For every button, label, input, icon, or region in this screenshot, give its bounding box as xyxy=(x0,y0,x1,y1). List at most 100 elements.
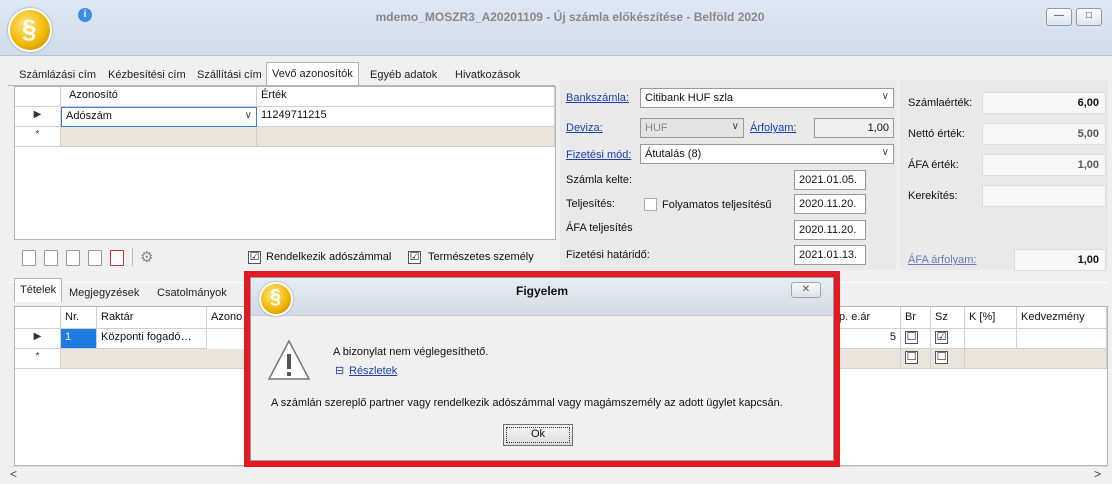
minimize-button[interactable]: — xyxy=(1046,8,1072,26)
item-price-cell[interactable]: 5 xyxy=(835,329,901,349)
invoice-date-field[interactable]: 2021.01.05. xyxy=(794,170,866,190)
tab-delivery-address[interactable]: Kézbesítési cím xyxy=(103,66,191,86)
has-tax-number-checkbox[interactable]: ☑ xyxy=(248,251,261,264)
ok-button[interactable]: Ok xyxy=(503,424,573,446)
item-br-checkbox[interactable]: ☐ xyxy=(905,331,918,344)
copy-row-icon[interactable] xyxy=(66,250,80,266)
item-nr-cell[interactable]: 1 xyxy=(61,329,97,349)
column-header-nr[interactable]: Nr. xyxy=(61,307,97,329)
tab-shipping-address[interactable]: Szállítási cím xyxy=(192,66,267,86)
identifier-type-value: Adószám xyxy=(66,110,112,122)
new-item-br-cell[interactable]: ☐ xyxy=(901,349,931,369)
continuous-performance-checkbox[interactable] xyxy=(644,198,657,211)
vat-value-label: ÁFA érték: xyxy=(908,159,959,171)
chevron-down-icon[interactable]: ∨ xyxy=(882,91,889,102)
payment-method-link[interactable]: Fizetési mód: xyxy=(566,149,631,161)
chevron-down-icon[interactable]: ∨ xyxy=(882,147,889,158)
app-logo-icon[interactable] xyxy=(8,8,52,52)
item-sz-cell[interactable]: ☑ xyxy=(931,329,965,349)
item-sz-checkbox[interactable]: ☑ xyxy=(935,331,948,344)
item-warehouse-cell[interactable]: Központi fogadó… xyxy=(97,329,207,349)
exchange-rate-field: 1,00 xyxy=(814,118,894,138)
delete-row-icon[interactable] xyxy=(44,250,58,266)
item-br-cell[interactable]: ☐ xyxy=(901,329,931,349)
tab-billing-address[interactable]: Számlázási cím xyxy=(14,66,101,86)
new-item-discount-cells[interactable] xyxy=(965,349,1107,369)
new-item-sz-checkbox[interactable]: ☐ xyxy=(935,351,948,364)
column-header-discount[interactable]: Kedvezmény xyxy=(1017,307,1107,329)
toolbar-separator xyxy=(132,248,133,266)
new-row-identifier-cell[interactable] xyxy=(61,127,257,147)
rounding-value xyxy=(982,185,1106,207)
bank-account-combo[interactable]: Citibank HUF szla ∨ xyxy=(640,88,894,108)
rounding-label: Kerekítés: xyxy=(908,190,958,202)
item-discount-cell[interactable] xyxy=(1017,329,1107,349)
column-header-unit-price[interactable]: p. e.ár xyxy=(835,307,901,329)
details-toggle-icon[interactable]: ⊟ xyxy=(335,364,344,377)
dialog-detail-text: A számlán szereplő partner vagy rendelke… xyxy=(271,397,783,409)
warning-dialog: Figyelem ✕ A bizonylat nem véglegesíthet… xyxy=(250,277,834,461)
new-item-br-checkbox[interactable]: ☐ xyxy=(905,351,918,364)
scroll-left-arrow[interactable]: < xyxy=(10,467,17,481)
natural-person-label: Természetes személy xyxy=(428,251,534,263)
currency-value: HUF xyxy=(645,122,668,134)
column-header-value[interactable]: Érték xyxy=(257,87,555,107)
row-indicator-header xyxy=(15,87,61,107)
vat-rate-value: 1,00 xyxy=(1014,249,1106,271)
natural-person-checkbox[interactable]: ☑ xyxy=(408,251,421,264)
maximize-button[interactable]: □ xyxy=(1076,8,1102,26)
vat-rate-link[interactable]: ÁFA árfolyam: xyxy=(908,254,976,266)
item-discount-pct-cell[interactable] xyxy=(965,329,1017,349)
tab-attachments[interactable]: Csatolmányok xyxy=(152,284,232,304)
new-row-value-cell[interactable] xyxy=(257,127,555,147)
row-indicator: ▶ xyxy=(15,107,61,127)
tab-items[interactable]: Tételek xyxy=(14,278,63,302)
net-value: 5,00 xyxy=(982,123,1106,145)
currency-link[interactable]: Deviza: xyxy=(566,122,603,134)
details-link[interactable]: Részletek xyxy=(349,365,397,377)
invoice-date-label: Számla kelte: xyxy=(566,174,633,186)
payment-method-combo[interactable]: Átutalás (8) ∨ xyxy=(640,144,894,164)
tab-customer-ids[interactable]: Vevő azonosítók xyxy=(266,62,359,86)
settings-gear-icon[interactable]: ⚙ xyxy=(140,248,153,266)
dialog-message: A bizonylat nem véglegesíthető. xyxy=(333,346,489,358)
invoice-value: 6,00 xyxy=(982,92,1106,114)
continuous-performance-label: Folyamatos teljesítésű xyxy=(662,199,772,211)
add-row-icon[interactable] xyxy=(22,250,36,266)
new-item-sz-cell[interactable]: ☐ xyxy=(931,349,965,369)
export-icon[interactable] xyxy=(88,250,102,266)
remove-icon[interactable] xyxy=(110,250,124,266)
column-header-warehouse[interactable]: Raktár xyxy=(97,307,207,329)
row-indicator-header xyxy=(15,307,61,329)
scroll-right-arrow[interactable]: > xyxy=(1094,467,1101,481)
exchange-rate-link[interactable]: Árfolyam: xyxy=(750,122,796,134)
tab-references[interactable]: Hivatkozások xyxy=(450,66,525,86)
tab-other-data[interactable]: Egyéb adatok xyxy=(365,66,442,86)
info-icon[interactable]: i xyxy=(78,8,92,22)
dialog-close-button[interactable]: ✕ xyxy=(791,282,821,298)
bank-account-link[interactable]: Bankszámla: xyxy=(566,92,629,104)
row-indicator: ▶ xyxy=(15,329,61,349)
horizontal-scrollbar[interactable] xyxy=(8,466,1108,482)
has-tax-number-label: Rendelkezik adószámmal xyxy=(266,251,392,263)
column-header-br[interactable]: Br xyxy=(901,307,931,329)
chevron-down-icon: ∨ xyxy=(731,121,739,132)
new-row-indicator: * xyxy=(15,127,61,147)
performance-date-label: Teljesítés: xyxy=(566,198,615,210)
vat-value: 1,00 xyxy=(982,154,1106,176)
payment-method-value: Átutalás (8) xyxy=(645,148,702,160)
vat-performance-date-field[interactable]: 2020.11.20. xyxy=(794,220,866,240)
column-header-discount-pct[interactable]: K [%] xyxy=(965,307,1017,329)
dialog-title: Figyelem xyxy=(515,284,569,298)
new-row-indicator: * xyxy=(15,349,61,369)
chevron-down-icon[interactable]: ∨ xyxy=(245,110,252,121)
vat-performance-label: ÁFA teljesítés xyxy=(566,222,633,234)
column-header-identifier[interactable]: Azonosító xyxy=(61,87,257,107)
due-date-field[interactable]: 2021.01.13. xyxy=(794,245,866,265)
warning-icon xyxy=(267,339,311,380)
identifier-value-cell[interactable]: 11249711215 xyxy=(257,107,555,127)
identifier-type-combo[interactable]: Adószám ∨ xyxy=(61,107,257,127)
performance-date-field[interactable]: 2020.11.20. xyxy=(794,194,866,214)
tab-notes[interactable]: Megjegyzések xyxy=(64,284,144,304)
column-header-sz[interactable]: Sz xyxy=(931,307,965,329)
